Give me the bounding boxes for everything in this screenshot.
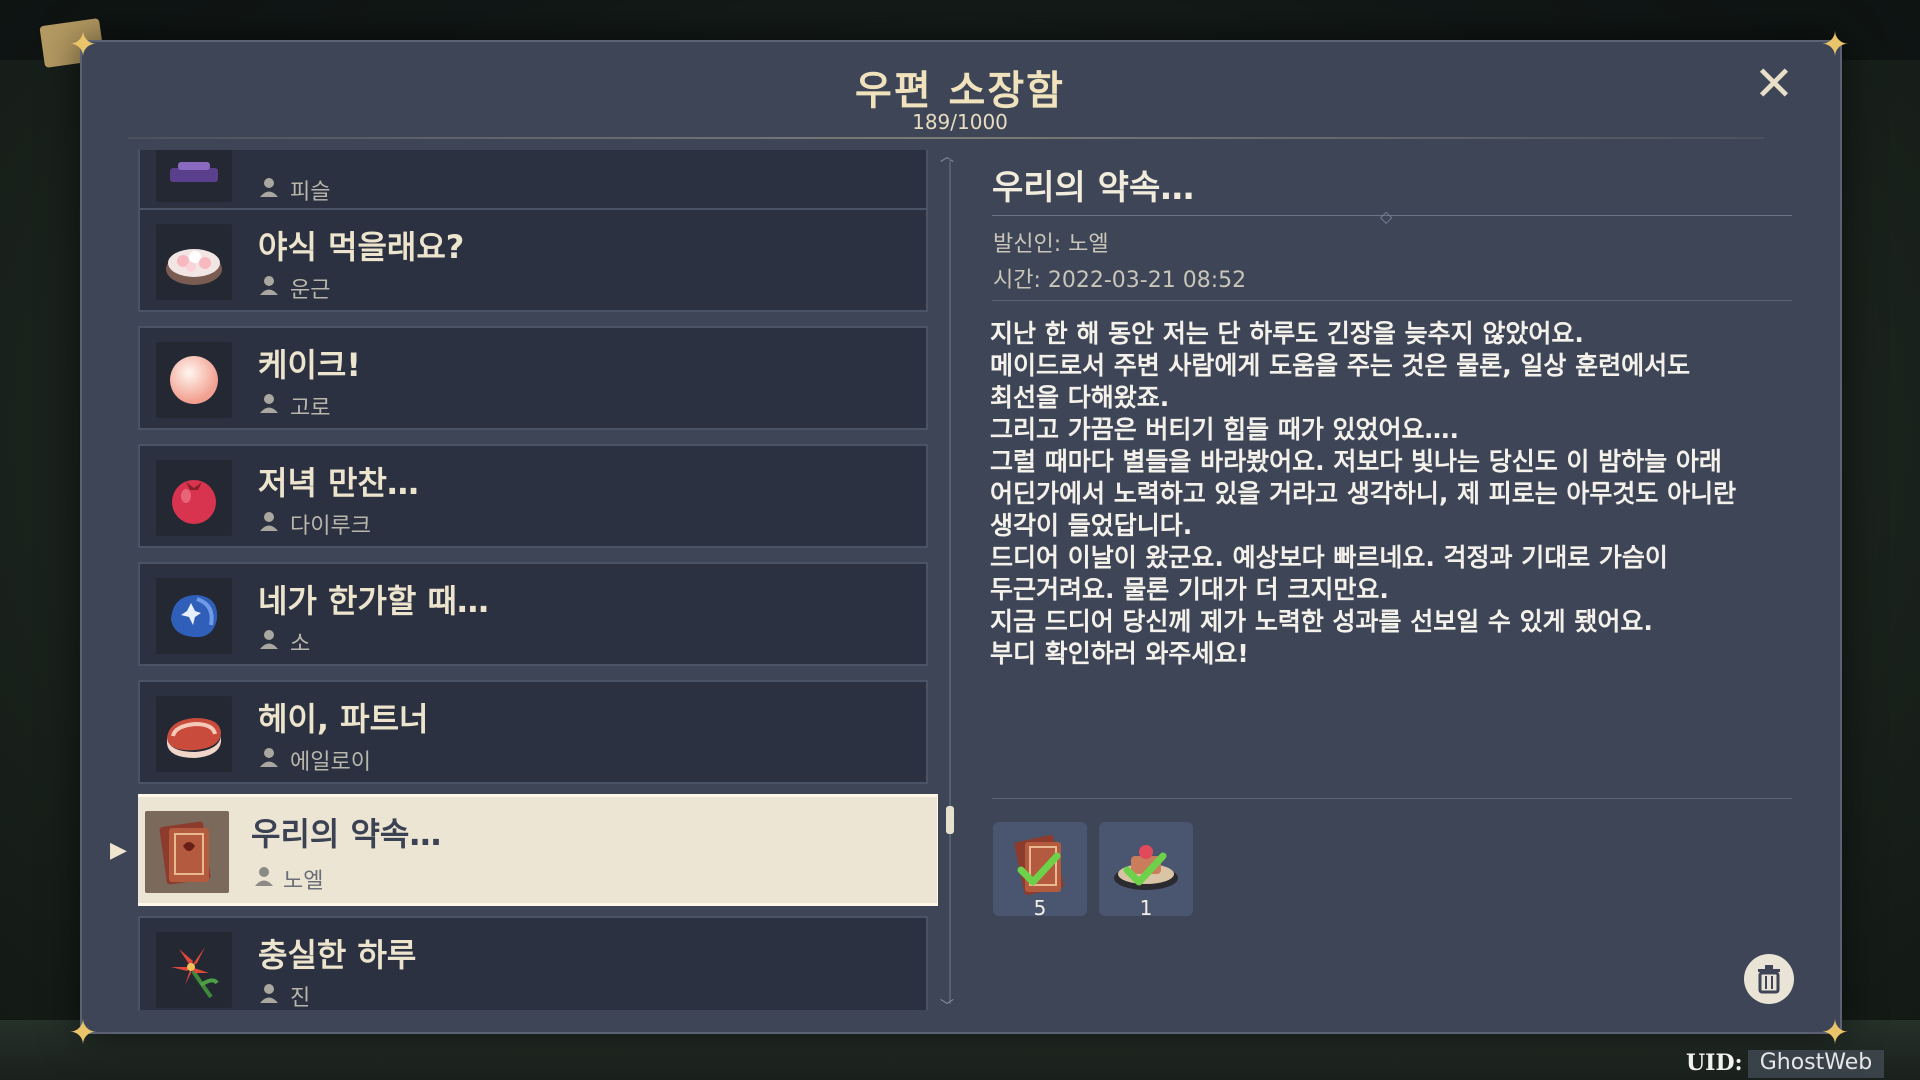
mail-item[interactable]: 저녁 만찬… 다이루크 <box>138 444 928 548</box>
flower-icon <box>156 932 232 1008</box>
close-button[interactable]: ✕ <box>1752 60 1796 108</box>
scrollbar-thumb[interactable] <box>946 806 954 834</box>
mail-sender: 고로 <box>290 396 331 421</box>
mail-body: 지난 한 해 동안 저는 단 하루도 긴장을 늦추지 않았어요. 메이드로서 주… <box>990 318 1790 670</box>
mail-title: 저녁 만찬… <box>258 464 419 502</box>
person-icon <box>260 276 278 295</box>
red-fruit-icon <box>156 460 232 536</box>
mail-sender: 에일로이 <box>290 750 371 775</box>
person-icon <box>260 984 278 1003</box>
person-icon <box>260 178 278 197</box>
mail-sender: 노엘 <box>283 869 324 894</box>
corner-star-icon: ✦ <box>68 1013 98 1053</box>
mail-detail-title: 우리의 약속… <box>992 168 1195 208</box>
mail-item-selected[interactable]: 우리의 약속… 노엘 <box>138 794 938 906</box>
diamond-ornament-icon: ◇ <box>1380 207 1393 226</box>
mail-body-line: 생각이 들었답니다. <box>990 511 1193 540</box>
check-icon <box>1123 852 1167 886</box>
delete-button[interactable] <box>1744 954 1794 1004</box>
book-icon <box>145 811 229 893</box>
mail-item[interactable]: 네가 한가할 때… 소 <box>138 562 928 666</box>
mail-body-line: 두근거려요. 물론 기대가 더 크지만요. <box>990 575 1389 604</box>
mail-body-line: 어딘가에서 노력하고 있을 거라고 생각하니, 제 피로는 아무것도 아니란 <box>990 479 1737 508</box>
mail-title: 케이크! <box>258 346 361 384</box>
mail-body-line: 부디 확인하러 와주세요! <box>990 639 1249 668</box>
attachment-item[interactable]: 1 <box>1099 822 1193 920</box>
mail-sender: 피슬 <box>290 180 331 205</box>
attachment-quantity: 1 <box>1139 896 1153 920</box>
attachment-item[interactable]: 5 <box>993 822 1087 920</box>
person-icon <box>260 748 278 767</box>
corner-star-icon: ✦ <box>1820 1013 1850 1053</box>
scroll-up-icon[interactable]: ︿ <box>940 146 954 166</box>
header-divider <box>128 137 1764 139</box>
uid-label: UID: <box>1686 1050 1743 1076</box>
mail-sender: 다이루크 <box>290 514 371 539</box>
dumpling-bowl-icon <box>156 224 232 300</box>
pink-pearl-icon <box>156 342 232 418</box>
person-icon <box>260 394 278 413</box>
mail-title: 네가 한가할 때… <box>258 582 489 620</box>
check-icon <box>1017 852 1061 886</box>
mail-list[interactable]: 피슬 야식 먹을래요? 운근 케이크! 고로 저녁 만찬… 다이루크 네가 한가… <box>138 150 938 1010</box>
purple-box-icon <box>156 150 232 202</box>
uid-value: GhostWeb <box>1748 1050 1884 1078</box>
mail-body-line: 최선을 다해왔죠. <box>990 383 1170 412</box>
blue-shell-icon <box>156 578 232 654</box>
detail-divider <box>992 300 1792 301</box>
mail-body-line: 메이드로서 주변 사람에게 도움을 주는 것은 물론, 일상 훈련에서도 <box>990 351 1691 380</box>
mail-item[interactable]: 야식 먹을래요? 운근 <box>138 208 928 312</box>
mail-item[interactable]: 헤이, 파트너 에일로이 <box>138 680 928 784</box>
mail-title: 야식 먹을래요? <box>258 228 465 266</box>
detail-divider <box>992 798 1792 799</box>
trash-icon <box>1758 965 1780 994</box>
mail-sender: 진 <box>290 986 311 1010</box>
mail-title: 우리의 약속… <box>251 815 442 853</box>
attachment-quantity: 5 <box>1033 896 1047 920</box>
corner-star-icon: ✦ <box>68 25 98 65</box>
person-icon <box>255 867 273 886</box>
dialog-title: 우편 소장함 <box>855 68 1065 114</box>
mail-detail-time: 시간: 2022-03-21 08:52 <box>993 268 1247 293</box>
mail-sender: 소 <box>290 632 311 657</box>
mail-body-line: 그리고 가끔은 버티기 힘들 때가 있었어요…. <box>990 415 1460 444</box>
mail-body-line: 그럴 때마다 별들을 바라봤어요. 저보다 빛나는 당신도 이 밤하늘 아래 <box>990 447 1722 476</box>
mail-item[interactable]: 케이크! 고로 <box>138 326 928 430</box>
scroll-down-icon[interactable]: ﹀ <box>940 996 954 1016</box>
scrollbar[interactable] <box>949 158 951 1004</box>
mail-title: 충실한 하루 <box>258 936 417 974</box>
mail-body-line: 드디어 이날이 왔군요. 예상보다 빠르네요. 걱정과 기대로 가슴이 <box>990 543 1668 572</box>
person-icon <box>260 630 278 649</box>
person-icon <box>260 512 278 531</box>
selected-arrow-icon: ▶ <box>110 838 127 863</box>
mail-body-line: 지금 드디어 당신께 제가 노력한 성과를 선보일 수 있게 됐어요. <box>990 607 1653 636</box>
mail-item[interactable]: 피슬 <box>138 150 928 214</box>
mail-item[interactable]: 충실한 하루 진 <box>138 916 928 1010</box>
mail-sender: 운근 <box>290 278 331 303</box>
mail-title: 헤이, 파트너 <box>258 700 429 738</box>
corner-star-icon: ✦ <box>1820 25 1850 65</box>
meat-icon <box>156 696 232 772</box>
mail-count: 189/1000 <box>912 110 1008 134</box>
mail-body-line: 지난 한 해 동안 저는 단 하루도 긴장을 늦추지 않았어요. <box>990 319 1584 348</box>
mail-detail-sender: 발신인: 노엘 <box>993 232 1109 257</box>
